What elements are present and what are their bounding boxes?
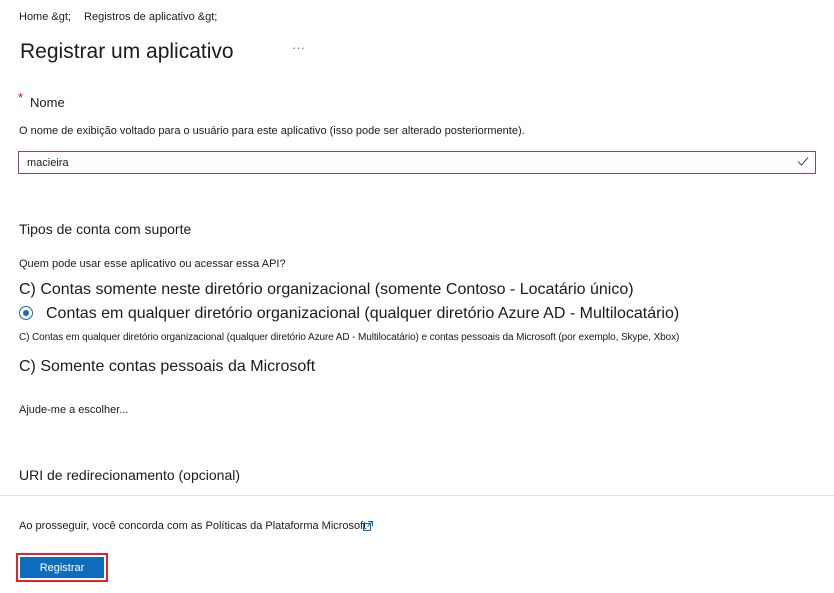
help-me-choose-link[interactable]: Ajude-me a escolher... <box>19 404 128 416</box>
register-app-page: Home &gt; Registros de aplicativo &gt; R… <box>0 0 834 593</box>
name-label: Nome <box>30 95 65 110</box>
ellipsis-icon[interactable]: ··· <box>292 40 305 55</box>
breadcrumb-home[interactable]: Home &gt; <box>19 11 71 23</box>
option-personal-only[interactable]: C) Somente contas pessoais da Microsoft <box>19 358 315 376</box>
divider <box>0 495 834 496</box>
option-multitenant[interactable]: Contas em qualquer diretório organizacio… <box>46 305 679 323</box>
check-icon <box>797 157 809 166</box>
name-description: O nome de exibição voltado para o usuári… <box>19 125 525 137</box>
option-multitenant-personal[interactable]: C) Contas em qualquer diretório organiza… <box>19 332 679 343</box>
breadcrumb-app-registrations[interactable]: Registros de aplicativo &gt; <box>84 11 217 23</box>
account-types-question: Quem pode usar esse aplicativo ou acessa… <box>19 258 286 270</box>
required-indicator: * <box>18 90 24 105</box>
account-types-title: Tipos de conta com suporte <box>19 221 192 237</box>
radio-multitenant-selected[interactable] <box>19 306 33 320</box>
terms-text: Ao prosseguir, você concorda com as Polí… <box>19 520 367 532</box>
redirect-uri-label: URI de redirecionamento (opcional) <box>19 467 240 483</box>
register-button-highlight: Registrar <box>16 553 108 582</box>
name-input-value: macieira <box>27 157 69 169</box>
external-link-icon[interactable] <box>362 520 374 532</box>
page-title: Registrar um aplicativo <box>20 40 234 63</box>
breadcrumb: Home &gt; Registros de aplicativo &gt; <box>19 11 217 23</box>
name-input[interactable]: macieira <box>18 151 816 174</box>
register-button[interactable]: Registrar <box>20 557 104 578</box>
option-single-tenant[interactable]: C) Contas somente neste diretório organi… <box>19 281 634 299</box>
